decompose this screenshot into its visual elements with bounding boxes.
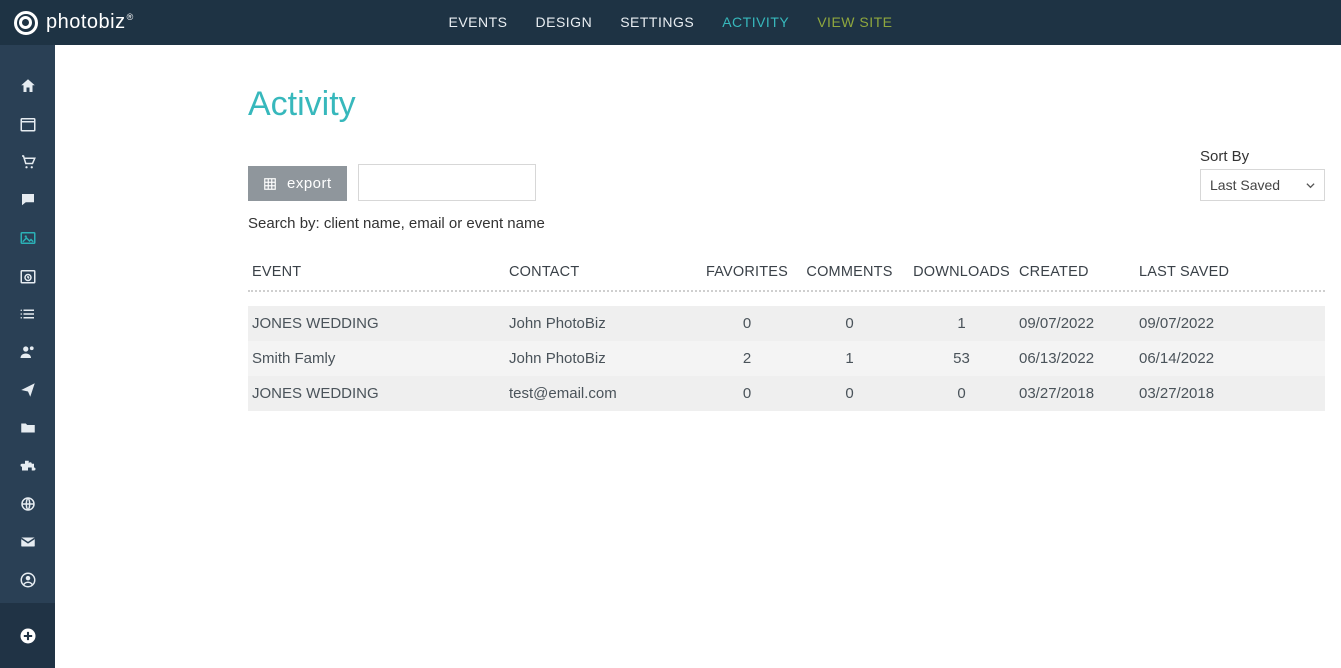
nav-events[interactable]: EVENTS <box>448 0 507 45</box>
sort-value: Last Saved <box>1210 177 1280 193</box>
col-comments: COMMENTS <box>795 264 904 280</box>
account-icon[interactable] <box>0 561 55 599</box>
chevron-down-icon <box>1306 181 1315 190</box>
home-icon[interactable] <box>0 67 55 105</box>
cell-comments: 0 <box>795 385 904 402</box>
table-body: JONES WEDDINGJohn PhotoBiz00109/07/20220… <box>248 306 1325 411</box>
table-row[interactable]: JONES WEDDINGJohn PhotoBiz00109/07/20220… <box>248 306 1325 341</box>
search-help: Search by: client name, email or event n… <box>248 215 1325 232</box>
cell-downloads: 53 <box>904 350 1019 367</box>
col-favorites: FAVORITES <box>699 264 795 280</box>
toolbar: export Sort By Last Saved <box>248 148 1325 201</box>
schedule-icon[interactable] <box>0 257 55 295</box>
nav-view-site[interactable]: VIEW SITE <box>817 0 892 45</box>
nav-design[interactable]: DESIGN <box>536 0 593 45</box>
sidebar <box>0 45 55 668</box>
topbar: photobiz® EVENTS DESIGN SETTINGS ACTIVIT… <box>0 0 1341 45</box>
col-event: EVENT <box>252 264 509 280</box>
cell-event: Smith Famly <box>252 350 509 367</box>
cell-comments: 1 <box>795 350 904 367</box>
page-title: Activity <box>248 85 1325 124</box>
cell-contact: John PhotoBiz <box>509 315 699 332</box>
cell-downloads: 0 <box>904 385 1019 402</box>
puzzle-icon[interactable] <box>0 447 55 485</box>
plus-circle-icon <box>18 626 38 646</box>
cell-contact: John PhotoBiz <box>509 350 699 367</box>
col-created: CREATED <box>1019 264 1139 280</box>
cell-last_saved: 06/14/2022 <box>1139 350 1259 367</box>
cell-event: JONES WEDDING <box>252 315 509 332</box>
calendar-icon[interactable] <box>0 105 55 143</box>
sort-select[interactable]: Last Saved <box>1200 169 1325 201</box>
col-downloads: DOWNLOADS <box>904 264 1019 280</box>
brand-logo-icon <box>14 11 38 35</box>
sort-label: Sort By <box>1200 148 1325 165</box>
export-button[interactable]: export <box>248 166 347 201</box>
table-row[interactable]: Smith FamlyJohn PhotoBiz215306/13/202206… <box>248 341 1325 376</box>
brand-name-text: photobiz <box>46 11 126 33</box>
nav-activity[interactable]: ACTIVITY <box>722 0 789 45</box>
cell-favorites: 0 <box>699 385 795 402</box>
brand-registered: ® <box>127 12 134 22</box>
brand[interactable]: photobiz® <box>14 11 134 35</box>
globe-icon[interactable] <box>0 485 55 523</box>
cart-icon[interactable] <box>0 143 55 181</box>
cell-last_saved: 03/27/2018 <box>1139 385 1259 402</box>
activity-table: EVENT CONTACT FAVORITES COMMENTS DOWNLOA… <box>248 254 1325 411</box>
search-input[interactable] <box>377 174 562 192</box>
cell-created: 06/13/2022 <box>1019 350 1139 367</box>
users-icon[interactable] <box>0 333 55 371</box>
mail-icon[interactable] <box>0 523 55 561</box>
send-icon[interactable] <box>0 371 55 409</box>
add-button[interactable] <box>0 603 55 668</box>
content: Activity export Sort By Last Saved Searc… <box>55 45 1341 668</box>
cell-last_saved: 09/07/2022 <box>1139 315 1259 332</box>
grid-icon <box>263 177 277 191</box>
folder-icon[interactable] <box>0 409 55 447</box>
table-header: EVENT CONTACT FAVORITES COMMENTS DOWNLOA… <box>248 254 1325 292</box>
cell-favorites: 0 <box>699 315 795 332</box>
cell-created: 03/27/2018 <box>1019 385 1139 402</box>
cell-contact: test@email.com <box>509 385 699 402</box>
search-box[interactable] <box>358 164 536 201</box>
cell-event: JONES WEDDING <box>252 385 509 402</box>
col-contact: CONTACT <box>509 264 699 280</box>
cell-downloads: 1 <box>904 315 1019 332</box>
cell-favorites: 2 <box>699 350 795 367</box>
image-icon[interactable] <box>0 219 55 257</box>
brand-name: photobiz® <box>46 11 134 34</box>
export-label: export <box>287 175 332 192</box>
nav-settings[interactable]: SETTINGS <box>620 0 694 45</box>
top-nav: EVENTS DESIGN SETTINGS ACTIVITY VIEW SIT… <box>448 0 892 45</box>
cell-created: 09/07/2022 <box>1019 315 1139 332</box>
sort-block: Sort By Last Saved <box>1200 148 1325 201</box>
cell-comments: 0 <box>795 315 904 332</box>
list-icon[interactable] <box>0 295 55 333</box>
table-row[interactable]: JONES WEDDINGtest@email.com00003/27/2018… <box>248 376 1325 411</box>
chat-icon[interactable] <box>0 181 55 219</box>
col-last-saved: LAST SAVED <box>1139 264 1259 280</box>
